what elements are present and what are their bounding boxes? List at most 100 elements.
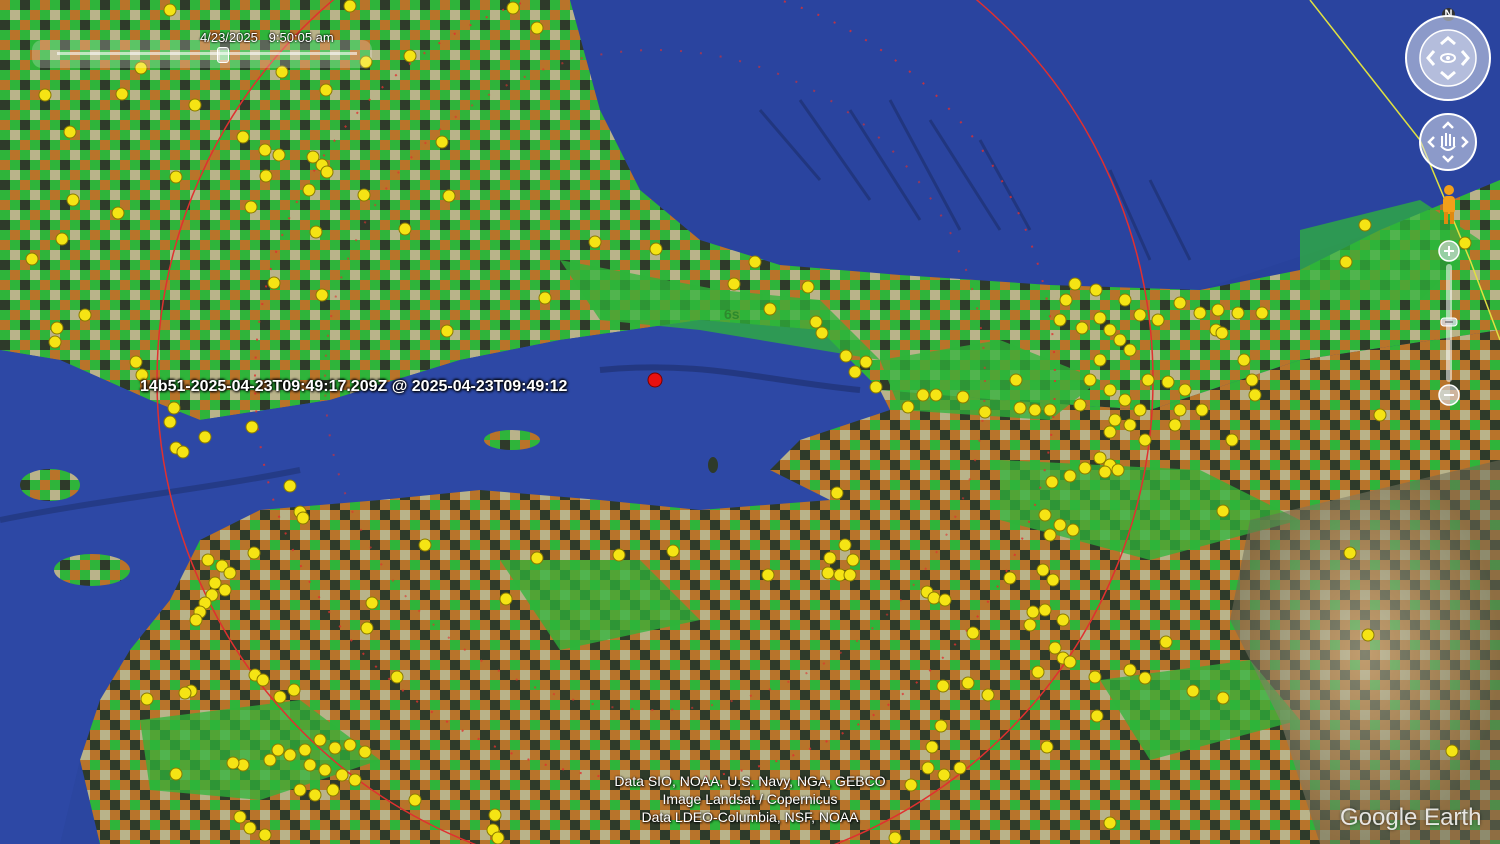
station-marker[interactable]	[530, 551, 544, 565]
station-marker[interactable]	[348, 773, 362, 787]
station-marker[interactable]	[418, 538, 432, 552]
station-marker[interactable]	[176, 445, 190, 459]
station-marker[interactable]	[258, 143, 272, 157]
station-marker[interactable]	[1040, 740, 1054, 754]
station-marker[interactable]	[530, 21, 544, 35]
station-marker[interactable]	[1090, 709, 1104, 723]
station-marker[interactable]	[78, 308, 92, 322]
station-marker[interactable]	[343, 0, 357, 13]
station-marker[interactable]	[839, 349, 853, 363]
station-marker[interactable]	[1103, 816, 1117, 830]
station-marker[interactable]	[259, 169, 273, 183]
station-marker[interactable]	[309, 225, 323, 239]
station-marker[interactable]	[981, 688, 995, 702]
station-marker[interactable]	[271, 743, 285, 757]
station-marker[interactable]	[809, 315, 823, 329]
station-marker[interactable]	[727, 277, 741, 291]
station-marker[interactable]	[1053, 518, 1067, 532]
station-marker[interactable]	[302, 183, 316, 197]
station-marker[interactable]	[1255, 306, 1269, 320]
station-marker[interactable]	[1083, 373, 1097, 387]
station-marker[interactable]	[48, 335, 62, 349]
station-marker[interactable]	[1046, 573, 1060, 587]
station-marker[interactable]	[358, 745, 372, 759]
station-marker[interactable]	[169, 767, 183, 781]
station-marker[interactable]	[319, 83, 333, 97]
station-marker[interactable]	[390, 670, 404, 684]
station-marker[interactable]	[267, 276, 281, 290]
station-marker[interactable]	[1361, 628, 1375, 642]
station-marker[interactable]	[167, 401, 181, 415]
station-marker[interactable]	[1075, 321, 1089, 335]
station-marker[interactable]	[296, 511, 310, 525]
station-marker[interactable]	[1159, 635, 1173, 649]
station-marker[interactable]	[821, 566, 835, 580]
station-marker[interactable]	[360, 621, 374, 635]
station-marker[interactable]	[761, 568, 775, 582]
station-marker[interactable]	[236, 130, 250, 144]
station-marker[interactable]	[1068, 277, 1082, 291]
station-marker[interactable]	[1009, 373, 1023, 387]
station-marker[interactable]	[258, 828, 272, 842]
station-marker[interactable]	[1178, 383, 1192, 397]
station-marker[interactable]	[1216, 504, 1230, 518]
station-marker[interactable]	[1063, 655, 1077, 669]
station-marker[interactable]	[320, 165, 334, 179]
station-marker[interactable]	[649, 242, 663, 256]
station-marker[interactable]	[1103, 383, 1117, 397]
station-marker[interactable]	[111, 206, 125, 220]
station-marker[interactable]	[308, 788, 322, 802]
station-marker[interactable]	[63, 125, 77, 139]
station-marker[interactable]	[1225, 433, 1239, 447]
station-marker[interactable]	[1445, 744, 1459, 758]
station-marker[interactable]	[435, 135, 449, 149]
station-marker[interactable]	[823, 551, 837, 565]
station-marker[interactable]	[245, 420, 259, 434]
station-marker[interactable]	[1248, 388, 1262, 402]
station-marker[interactable]	[1123, 343, 1137, 357]
station-marker[interactable]	[1151, 313, 1165, 327]
station-marker[interactable]	[283, 748, 297, 762]
station-marker[interactable]	[929, 388, 943, 402]
station-marker[interactable]	[488, 808, 502, 822]
station-marker[interactable]	[1053, 313, 1067, 327]
station-marker[interactable]	[1036, 563, 1050, 577]
station-marker[interactable]	[272, 148, 286, 162]
station-marker[interactable]	[398, 222, 412, 236]
station-marker[interactable]	[1118, 293, 1132, 307]
station-marker[interactable]	[50, 321, 64, 335]
station-marker[interactable]	[491, 831, 505, 844]
station-marker[interactable]	[936, 679, 950, 693]
station-marker[interactable]	[178, 686, 192, 700]
station-marker[interactable]	[1093, 353, 1107, 367]
station-marker[interactable]	[357, 188, 371, 202]
station-marker[interactable]	[233, 810, 247, 824]
station-marker[interactable]	[1026, 605, 1040, 619]
station-marker[interactable]	[801, 280, 815, 294]
station-marker[interactable]	[66, 193, 80, 207]
station-marker[interactable]	[1138, 433, 1152, 447]
station-marker[interactable]	[1103, 323, 1117, 337]
station-marker[interactable]	[328, 741, 342, 755]
station-marker[interactable]	[244, 200, 258, 214]
station-marker[interactable]	[1066, 523, 1080, 537]
station-marker[interactable]	[1089, 283, 1103, 297]
station-marker[interactable]	[408, 793, 422, 807]
station-marker[interactable]	[1133, 403, 1147, 417]
station-marker[interactable]	[1123, 663, 1137, 677]
station-marker[interactable]	[442, 189, 456, 203]
station-marker[interactable]	[303, 758, 317, 772]
station-marker[interactable]	[129, 355, 143, 369]
station-marker[interactable]	[287, 683, 301, 697]
station-marker[interactable]	[163, 415, 177, 429]
station-marker[interactable]	[293, 783, 307, 797]
station-marker[interactable]	[1103, 425, 1117, 439]
station-marker[interactable]	[163, 3, 177, 17]
station-marker[interactable]	[226, 756, 240, 770]
station-marker[interactable]	[888, 831, 902, 844]
station-marker[interactable]	[1173, 403, 1187, 417]
station-marker[interactable]	[1093, 311, 1107, 325]
station-marker[interactable]	[748, 255, 762, 269]
station-marker[interactable]	[256, 673, 270, 687]
station-marker[interactable]	[188, 98, 202, 112]
